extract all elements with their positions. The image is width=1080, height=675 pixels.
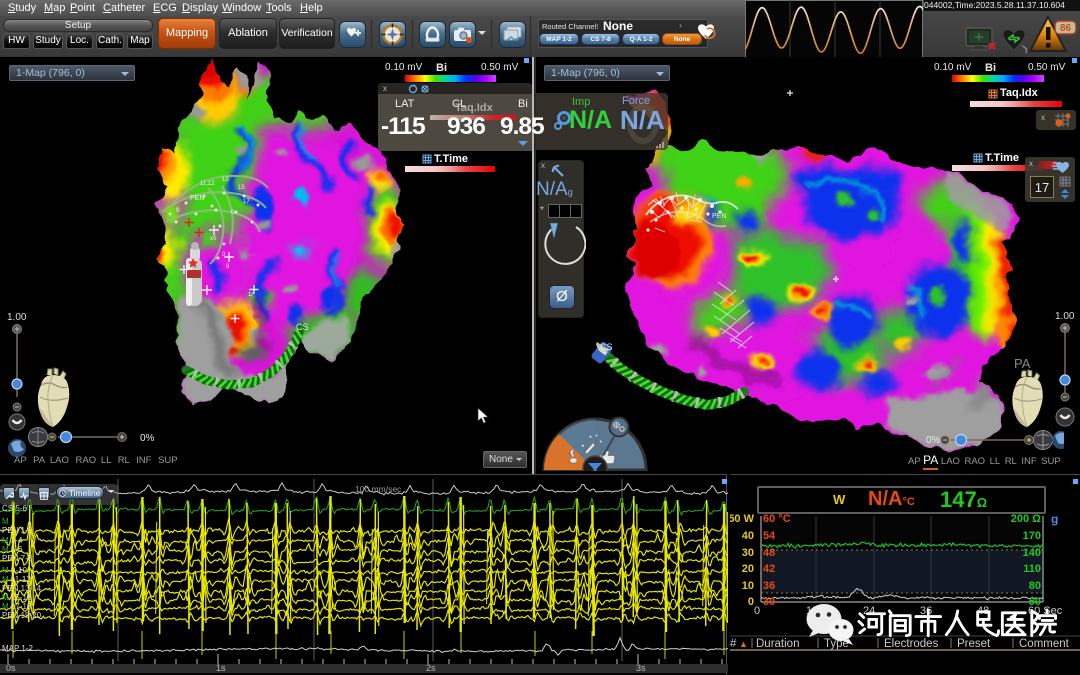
svg-text:0: 0 [754, 605, 760, 617]
svg-text:10: 10 [742, 580, 754, 592]
svg-text:CS: CS [296, 322, 309, 332]
svg-text:60 °C: 60 °C [763, 513, 791, 525]
svg-text:17: 17 [243, 199, 250, 205]
svg-text:54: 54 [763, 530, 776, 542]
svg-text:#: # [730, 638, 737, 650]
svg-text:1r: 1r [248, 292, 253, 298]
svg-text:30: 30 [742, 547, 754, 559]
svg-text:50 W: 50 W [730, 513, 755, 525]
svg-text:CS: CS [600, 342, 613, 352]
svg-text:g: g [1051, 512, 1058, 526]
svg-text:PEN: PEN [712, 213, 726, 220]
svg-text:▲: ▲ [739, 639, 748, 649]
svg-text:11,12: 11,12 [200, 181, 215, 187]
svg-text:Duration: Duration [756, 638, 799, 650]
svg-text:15: 15 [238, 185, 245, 191]
svg-text:48: 48 [763, 547, 775, 559]
svg-text:86: 86 [1060, 23, 1072, 34]
svg-text:140: 140 [1023, 547, 1041, 559]
svg-text:40: 40 [742, 530, 754, 542]
svg-text:13: 13 [222, 177, 229, 183]
svg-text:30: 30 [763, 596, 775, 608]
svg-text:42: 42 [763, 563, 775, 575]
svg-text:200 Ω: 200 Ω [1011, 513, 1041, 525]
svg-text:110: 110 [1023, 563, 1041, 575]
svg-text:36: 36 [763, 580, 775, 592]
svg-text:PEN: PEN [190, 195, 204, 202]
svg-text:20: 20 [742, 563, 754, 575]
svg-text:170: 170 [1023, 530, 1041, 542]
svg-text:80: 80 [1029, 580, 1041, 592]
svg-text:x0: x0 [210, 236, 217, 242]
